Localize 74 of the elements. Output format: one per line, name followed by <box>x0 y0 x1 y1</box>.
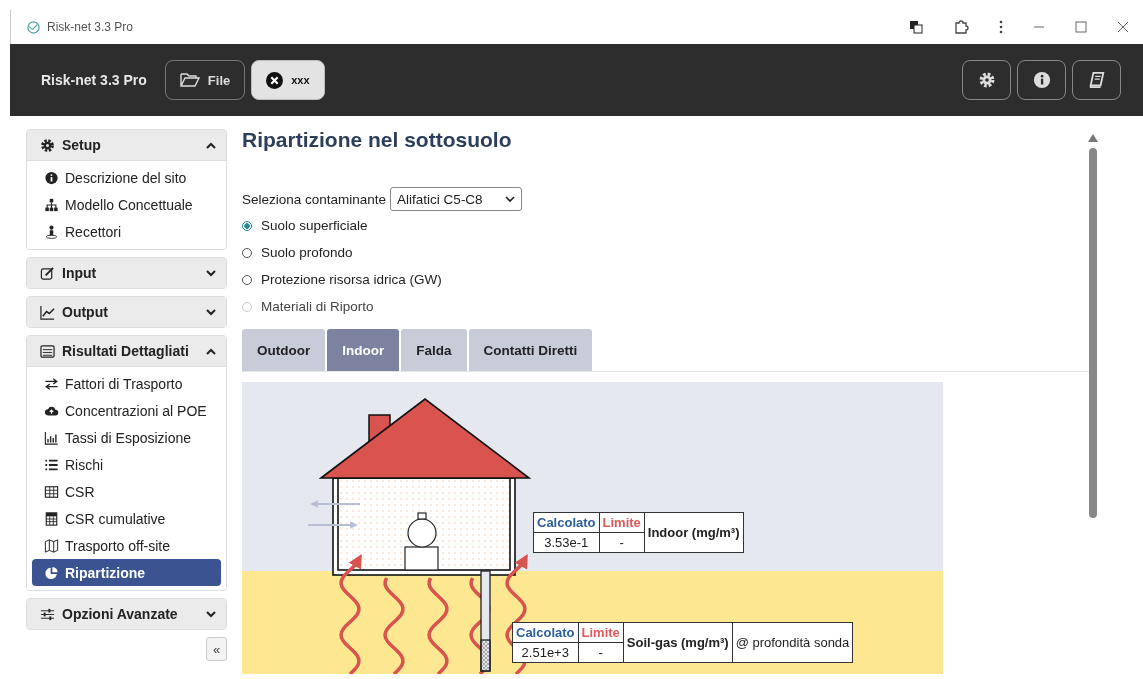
manual-button[interactable] <box>1072 60 1121 100</box>
extension-icon[interactable] <box>953 19 969 35</box>
contaminant-label: Seleziona contaminante <box>242 191 387 207</box>
line-chart-icon <box>40 304 55 320</box>
sidebar-item[interactable]: Rischi <box>32 451 221 478</box>
tab[interactable]: Falda <box>401 329 467 371</box>
edit-icon <box>40 265 55 281</box>
translate-icon[interactable] <box>909 20 923 34</box>
chevron-down-icon <box>505 195 516 203</box>
more-options-icon[interactable] <box>999 20 1003 34</box>
folder-icon <box>179 72 200 88</box>
map-icon <box>44 538 59 553</box>
sidebar-item[interactable]: CSR cumulative <box>32 505 221 532</box>
window-title: Risk-net 3.3 Pro <box>47 20 134 34</box>
sidebar-section-header[interactable]: Output <box>27 297 226 327</box>
air-exchange-arrows <box>308 500 360 529</box>
contaminant-select[interactable]: Alifatici C5-C8 <box>390 187 523 211</box>
person-icon <box>44 224 59 239</box>
sidebar-item[interactable]: Ripartizione <box>32 559 221 586</box>
close-icon[interactable] <box>1117 21 1129 33</box>
table-icon <box>44 484 59 499</box>
column-header: Calcolato <box>533 512 599 533</box>
maximize-icon[interactable] <box>1075 21 1087 33</box>
table-cell: 3.53e-1 <box>533 532 599 553</box>
scroll-up-icon[interactable] <box>1088 134 1098 142</box>
sidebar-item[interactable]: Fattori di Trasporto <box>32 370 221 397</box>
sidebar-item[interactable]: Tassi di Esposizione <box>32 424 221 451</box>
page-title: Ripartizione nel sottosuolo <box>242 128 513 153</box>
column-header: Calcolato <box>512 622 578 643</box>
app-logo-icon <box>27 20 40 34</box>
sidebar-section-header[interactable]: Opzioni Avanzate <box>27 599 226 629</box>
sidebar-item[interactable]: Descrizione del sito <box>32 164 221 191</box>
tab[interactable]: Indoor <box>327 329 400 371</box>
collapse-sidebar-button[interactable]: « <box>206 637 227 661</box>
close-circle-icon <box>266 71 284 89</box>
sidebar-section-header[interactable]: Input <box>27 258 226 288</box>
radio-option[interactable]: Suolo superficiale <box>242 212 1093 239</box>
table-cell: 2.51e+3 <box>512 642 578 663</box>
sidebar-item[interactable]: Concentrazioni al POE <box>32 397 221 424</box>
radio-button[interactable] <box>242 220 252 231</box>
exchange-icon <box>44 376 59 391</box>
file-button[interactable]: File <box>164 60 246 100</box>
sliders-icon <box>40 606 55 622</box>
tab[interactable]: Outdoor <box>242 329 326 371</box>
sidebar-section-header[interactable]: Setup <box>27 130 226 160</box>
pie-icon <box>44 565 59 580</box>
calculator-icon <box>44 511 59 526</box>
list-box-icon <box>40 343 55 359</box>
radio-option[interactable]: Protezione risorsa idrica (GW) <box>242 266 1093 293</box>
gear-icon <box>977 71 996 89</box>
info-button[interactable] <box>1017 60 1066 100</box>
book-icon <box>1087 71 1106 89</box>
column-header: Limite <box>578 622 624 643</box>
radio-option[interactable]: Suolo profondo <box>242 239 1093 266</box>
document-tab-button[interactable]: xxx <box>251 60 325 100</box>
table-cell: @ profondità sonda <box>732 622 853 663</box>
gear-icon <box>40 137 55 153</box>
table-cell: Soil-gas (mg/m³) <box>623 622 733 663</box>
tab[interactable]: Contatti Diretti <box>468 329 593 371</box>
sidebar-item[interactable]: Recettori <box>32 218 221 245</box>
app-name: Risk-net 3.3 Pro <box>41 72 147 88</box>
scrollbar-thumb[interactable] <box>1089 148 1097 518</box>
sidebar-item[interactable]: Modello Concettuale <box>32 191 221 218</box>
info-icon <box>44 170 59 185</box>
list-icon <box>44 457 59 472</box>
column-header: Limite <box>599 512 645 533</box>
sidebar-item[interactable]: CSR <box>32 478 221 505</box>
table-cell: Indoor (mg/m³) <box>644 512 744 553</box>
settings-button[interactable] <box>962 60 1011 100</box>
info-icon <box>1032 71 1051 89</box>
bar-chart-icon <box>44 430 59 445</box>
sidebar-section-header[interactable]: Risultati Dettagliati <box>27 336 226 366</box>
sitemap-icon <box>44 197 59 212</box>
sidebar-item[interactable]: Trasporto off-site <box>32 532 221 559</box>
